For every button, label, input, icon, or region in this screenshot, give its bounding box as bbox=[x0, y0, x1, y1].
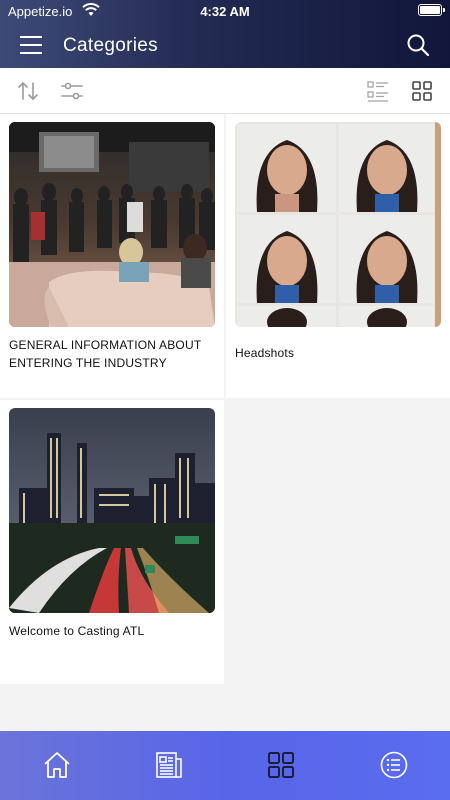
event-crowd-image bbox=[9, 122, 215, 327]
clock: 4:32 AM bbox=[200, 4, 250, 19]
nav-home-button[interactable] bbox=[42, 750, 72, 780]
grid-icon bbox=[268, 752, 294, 778]
list-icon bbox=[380, 751, 408, 779]
search-button[interactable] bbox=[406, 33, 430, 57]
home-icon bbox=[44, 752, 70, 778]
category-thumbnail bbox=[9, 122, 215, 327]
city-skyline-image bbox=[9, 408, 215, 613]
list-view-button[interactable] bbox=[366, 79, 390, 103]
sort-button[interactable] bbox=[16, 79, 40, 103]
category-card-general-information[interactable]: GENERAL INFORMATION ABOUT ENTERING THE I… bbox=[0, 114, 224, 398]
view-toolbar bbox=[0, 68, 450, 114]
bottom-navigation bbox=[0, 731, 450, 800]
filter-button[interactable] bbox=[60, 79, 84, 103]
category-title: Headshots bbox=[235, 346, 295, 360]
list-view-icon bbox=[367, 81, 388, 102]
filter-sliders-icon bbox=[61, 82, 83, 100]
grid-view-button[interactable] bbox=[410, 79, 434, 103]
nav-list-button[interactable] bbox=[379, 750, 409, 780]
battery-icon bbox=[418, 4, 445, 16]
category-thumbnail bbox=[9, 408, 215, 613]
category-title: Welcome to Casting ATL bbox=[9, 624, 145, 638]
search-icon bbox=[407, 34, 430, 57]
category-thumbnail bbox=[235, 122, 441, 327]
status-bar: Appetize.io 4:32 AM bbox=[0, 0, 450, 22]
empty-grid-cell bbox=[226, 400, 450, 684]
category-card-headshots[interactable]: Headshots bbox=[226, 114, 450, 398]
hamburger-icon bbox=[20, 36, 42, 54]
headshots-collage-image bbox=[235, 122, 441, 327]
category-card-welcome[interactable]: Welcome to Casting ATL bbox=[0, 400, 224, 684]
category-title: GENERAL INFORMATION ABOUT ENTERING THE I… bbox=[9, 338, 202, 370]
news-icon bbox=[156, 752, 182, 778]
page-title: Categories bbox=[63, 35, 158, 56]
nav-categories-button[interactable] bbox=[266, 750, 296, 780]
menu-button[interactable] bbox=[18, 34, 44, 56]
sort-icon bbox=[18, 82, 38, 100]
grid-view-icon bbox=[412, 81, 432, 101]
nav-news-button[interactable] bbox=[154, 750, 184, 780]
